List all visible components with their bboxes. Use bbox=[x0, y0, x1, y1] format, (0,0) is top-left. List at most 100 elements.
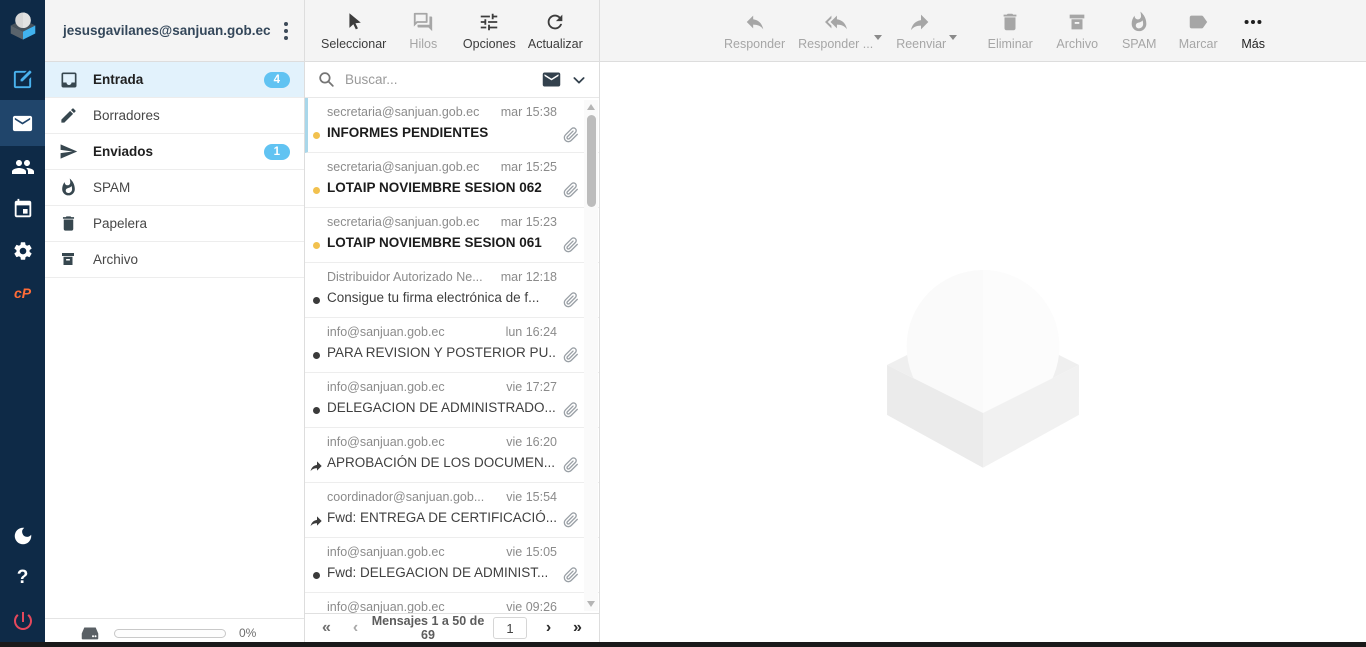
compose-button[interactable] bbox=[0, 58, 45, 100]
archive-icon bbox=[1066, 11, 1088, 33]
folder-papelera[interactable]: Papelera bbox=[45, 206, 304, 242]
nav-calendar[interactable] bbox=[0, 188, 45, 230]
threads-button[interactable]: Hilos bbox=[392, 11, 454, 51]
forwarded-icon bbox=[310, 514, 324, 528]
mark-button[interactable]: Marcar bbox=[1172, 11, 1224, 51]
attachment-icon bbox=[563, 512, 579, 528]
refresh-button[interactable]: Actualizar bbox=[524, 11, 586, 51]
tag-icon bbox=[1187, 11, 1209, 33]
unread-badge: 4 bbox=[264, 72, 290, 88]
trash-icon bbox=[999, 11, 1021, 33]
pagination-bar: « ‹ Mensajes 1 a 50 de 69 › » bbox=[305, 613, 599, 642]
attachment-icon bbox=[563, 292, 579, 308]
last-page-button[interactable]: » bbox=[564, 620, 591, 636]
delete-button[interactable]: Eliminar bbox=[981, 11, 1039, 51]
page-number-input[interactable] bbox=[493, 617, 527, 639]
spam-button[interactable]: SPAM bbox=[1115, 11, 1163, 51]
pencil-icon bbox=[59, 106, 79, 126]
message-row[interactable]: Distribuidor Autorizado Ne...mar 12:18 C… bbox=[305, 263, 599, 318]
send-icon bbox=[59, 142, 79, 162]
nav-settings[interactable] bbox=[0, 230, 45, 272]
prev-page-button[interactable]: ‹ bbox=[342, 620, 369, 636]
folder-archivo[interactable]: Archivo bbox=[45, 242, 304, 278]
forward-button[interactable]: Reenviar bbox=[892, 11, 950, 51]
more-button[interactable]: Más bbox=[1233, 11, 1273, 51]
message-row[interactable]: info@sanjuan.gob.eclun 16:24 PARA REVISI… bbox=[305, 318, 599, 373]
message-row[interactable]: secretaria@sanjuan.gob.ecmar 15:25 LOTAI… bbox=[305, 153, 599, 208]
read-dot-icon bbox=[313, 297, 320, 304]
cursor-icon bbox=[343, 11, 365, 33]
dropdown-caret-icon[interactable] bbox=[874, 35, 882, 40]
search-bar bbox=[305, 62, 599, 98]
threads-icon bbox=[412, 11, 434, 33]
archive-icon bbox=[59, 250, 79, 270]
unread-dot-icon bbox=[313, 242, 320, 249]
scroll-down-icon[interactable] bbox=[587, 601, 595, 607]
reply-all-icon bbox=[825, 11, 847, 33]
mail-sidebar: jesusgavilanes@sanjuan.gob.ec Entrada 4 … bbox=[45, 0, 305, 647]
unread-dot-icon bbox=[313, 187, 320, 194]
mail-filter-icon[interactable] bbox=[541, 69, 562, 90]
attachment-icon bbox=[563, 567, 579, 583]
message-toolbar: Responder Responder ... Reenviar Elimina… bbox=[600, 0, 1366, 62]
empty-message-pane bbox=[600, 62, 1366, 647]
account-email: jesusgavilanes@sanjuan.gob.ec bbox=[63, 23, 278, 38]
pagination-label: Mensajes 1 a 50 de 69 bbox=[371, 614, 485, 642]
more-dots-icon bbox=[1242, 11, 1264, 33]
message-row[interactable]: info@sanjuan.gob.ecvie 17:27 DELEGACION … bbox=[305, 373, 599, 428]
message-list: secretaria@sanjuan.gob.ecmar 15:38 INFOR… bbox=[305, 98, 599, 613]
forwarded-icon bbox=[310, 459, 324, 473]
list-toolbar: Seleccionar Hilos Opciones Actualizar bbox=[305, 0, 599, 62]
list-scrollbar[interactable] bbox=[584, 100, 598, 611]
dark-mode-toggle[interactable] bbox=[12, 525, 34, 547]
options-button[interactable]: Opciones bbox=[458, 11, 520, 51]
flame-icon bbox=[1128, 11, 1150, 33]
nav-contacts[interactable] bbox=[0, 146, 45, 188]
message-row[interactable]: secretaria@sanjuan.gob.ecmar 15:23 LOTAI… bbox=[305, 208, 599, 263]
sogo-cube-watermark bbox=[866, 232, 1101, 467]
select-button[interactable]: Seleccionar bbox=[319, 11, 388, 51]
dropdown-caret-icon[interactable] bbox=[949, 35, 957, 40]
help-button[interactable]: ? bbox=[17, 567, 29, 589]
account-header: jesusgavilanes@sanjuan.gob.ec bbox=[45, 0, 304, 62]
message-row[interactable]: info@sanjuan.gob.ecvie 09:26 bbox=[305, 593, 599, 613]
trash-icon bbox=[59, 214, 79, 234]
message-row[interactable]: coordinador@sanjuan.gob...vie 15:54 Fwd:… bbox=[305, 483, 599, 538]
flame-icon bbox=[59, 178, 79, 198]
scrollbar-thumb[interactable] bbox=[587, 115, 596, 207]
reply-all-button[interactable]: Responder ... bbox=[796, 11, 875, 51]
attachment-icon bbox=[563, 127, 579, 143]
message-row[interactable]: info@sanjuan.gob.ecvie 15:05 Fwd: DELEGA… bbox=[305, 538, 599, 593]
kebab-menu-icon[interactable] bbox=[278, 18, 294, 44]
attachment-icon bbox=[563, 182, 579, 198]
first-page-button[interactable]: « bbox=[313, 620, 340, 636]
nav-mail[interactable] bbox=[0, 100, 45, 146]
next-page-button[interactable]: › bbox=[535, 620, 562, 636]
forward-icon bbox=[910, 11, 932, 33]
quota-progress-bar bbox=[114, 629, 226, 638]
refresh-icon bbox=[544, 11, 566, 33]
message-row[interactable]: secretaria@sanjuan.gob.ecmar 15:38 INFOR… bbox=[305, 98, 599, 153]
quota-percent: 0% bbox=[239, 626, 256, 640]
unread-dot-icon bbox=[313, 132, 320, 139]
read-dot-icon bbox=[313, 407, 320, 414]
window-edge bbox=[0, 642, 1366, 647]
archive-button[interactable]: Archivo bbox=[1048, 11, 1106, 51]
chevron-down-icon[interactable] bbox=[571, 72, 587, 88]
folder-borradores[interactable]: Borradores bbox=[45, 98, 304, 134]
cpanel-logo: cP bbox=[14, 285, 31, 301]
folder-entrada[interactable]: Entrada 4 bbox=[45, 62, 304, 98]
logout-button[interactable] bbox=[11, 609, 35, 633]
message-row[interactable]: info@sanjuan.gob.ecvie 16:20 APROBACIÓN … bbox=[305, 428, 599, 483]
reply-button[interactable]: Responder bbox=[722, 11, 787, 51]
folder-spam[interactable]: SPAM bbox=[45, 170, 304, 206]
cpanel-link[interactable]: cP bbox=[0, 272, 45, 314]
attachment-icon bbox=[563, 237, 579, 253]
scroll-up-icon[interactable] bbox=[587, 104, 595, 110]
sogo-logo bbox=[6, 8, 40, 42]
folder-enviados[interactable]: Enviados 1 bbox=[45, 134, 304, 170]
app-rail: cP ? bbox=[0, 0, 45, 647]
attachment-icon bbox=[563, 457, 579, 473]
search-input[interactable] bbox=[345, 72, 532, 87]
reply-icon bbox=[744, 11, 766, 33]
